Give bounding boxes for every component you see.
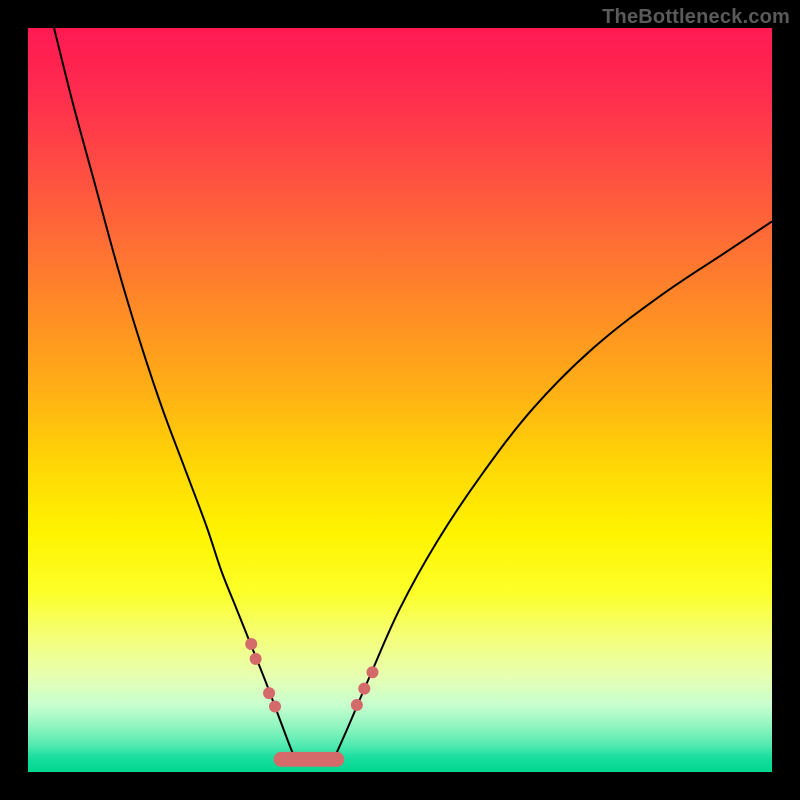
chart-frame: TheBottleneck.com [0,0,800,800]
threshold-dot [351,699,363,711]
threshold-dot [358,683,370,695]
floor-pill [274,752,345,767]
threshold-dot [245,638,257,650]
threshold-dot [269,701,281,713]
threshold-dot [250,653,262,665]
curve-right [333,221,772,760]
curve-left [54,28,296,761]
watermark-text: TheBottleneck.com [602,6,790,29]
chart-svg [28,28,772,772]
threshold-dot [366,666,378,678]
plot-area [28,28,772,772]
threshold-dot [263,687,275,699]
marker-group [245,638,378,767]
